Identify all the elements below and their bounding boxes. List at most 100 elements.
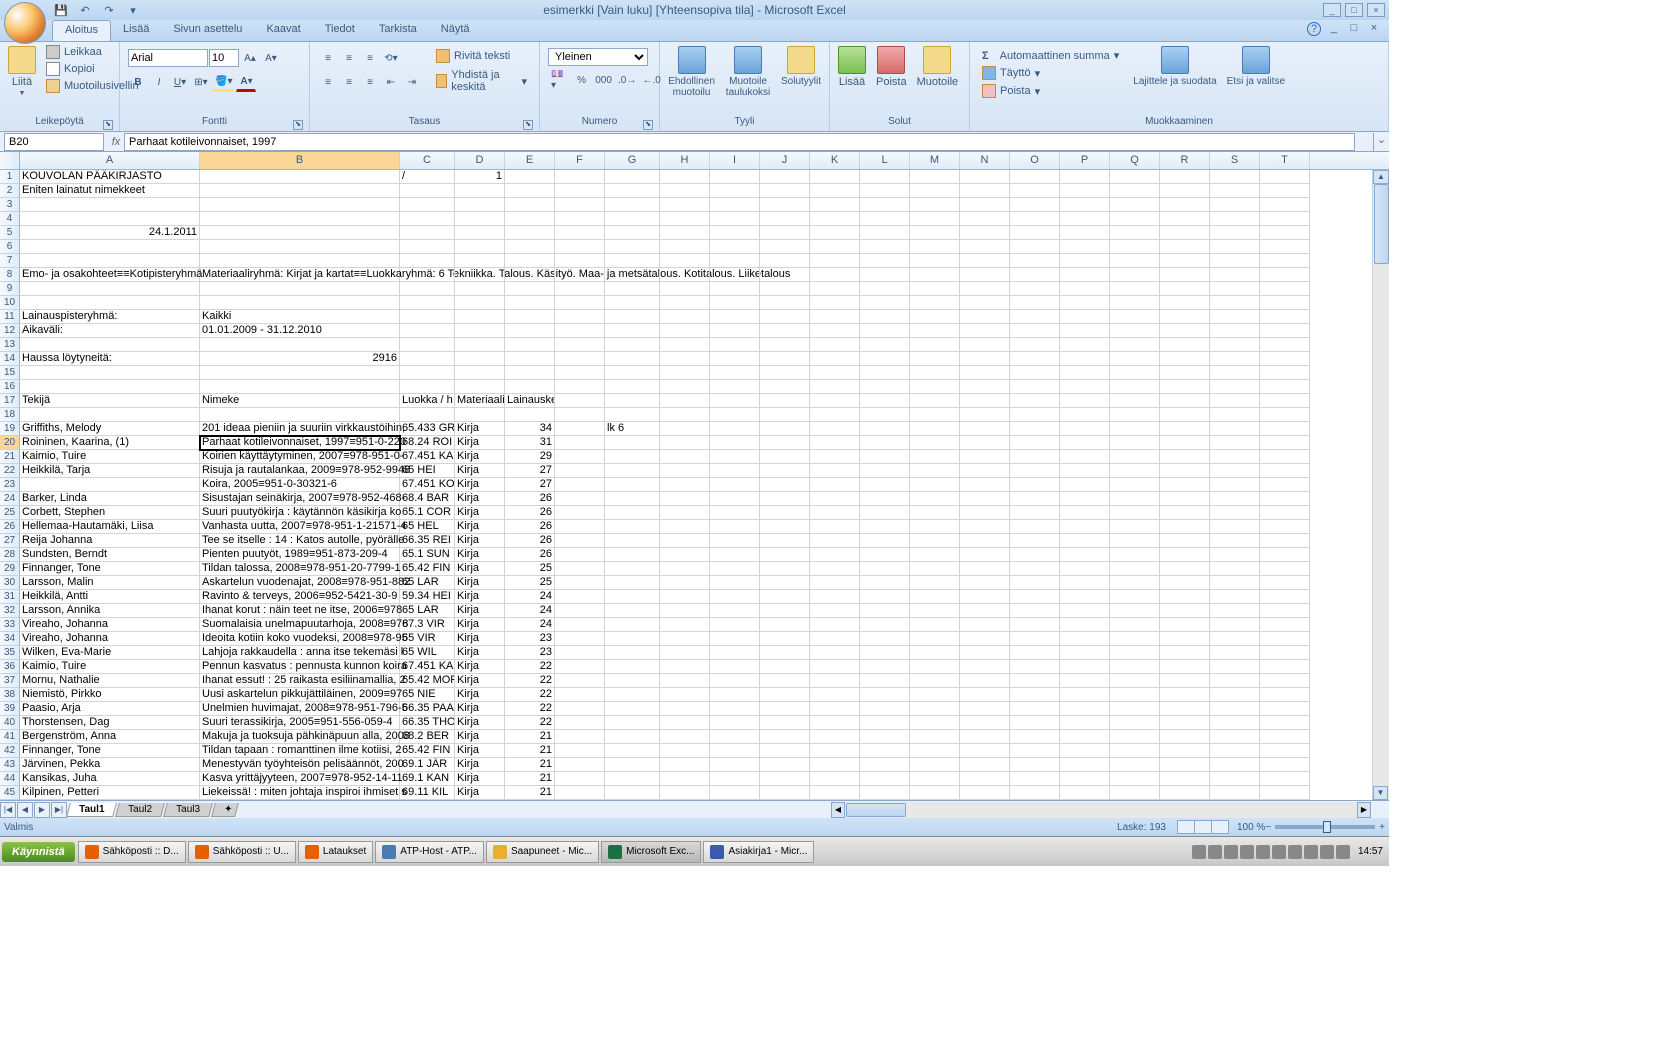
cell[interactable] — [20, 408, 200, 422]
cell[interactable] — [1260, 436, 1310, 450]
cell[interactable] — [960, 618, 1010, 632]
cell[interactable] — [555, 576, 605, 590]
cell[interactable] — [200, 240, 400, 254]
row-header[interactable]: 33 — [0, 618, 20, 632]
cell[interactable]: Kirja — [455, 604, 505, 618]
cell[interactable] — [555, 688, 605, 702]
cell[interactable] — [605, 562, 660, 576]
cell[interactable] — [810, 184, 860, 198]
cell[interactable] — [760, 324, 810, 338]
cell[interactable] — [1260, 660, 1310, 674]
cell[interactable]: Kirja — [455, 534, 505, 548]
cell[interactable]: 25 — [505, 562, 555, 576]
cell[interactable] — [1160, 324, 1210, 338]
cell[interactable] — [555, 198, 605, 212]
cell[interactable] — [660, 324, 710, 338]
cell[interactable] — [910, 226, 960, 240]
cell[interactable] — [1060, 674, 1110, 688]
cell[interactable] — [1110, 296, 1160, 310]
cell[interactable] — [860, 436, 910, 450]
cell[interactable] — [1160, 436, 1210, 450]
cell[interactable] — [455, 240, 505, 254]
cell[interactable] — [1210, 170, 1260, 184]
cell[interactable]: Tildan tapaan : romanttinen ilme kotiisi… — [200, 744, 400, 758]
cell[interactable] — [1010, 590, 1060, 604]
cell[interactable] — [760, 338, 810, 352]
cell[interactable] — [910, 618, 960, 632]
cell[interactable] — [1110, 254, 1160, 268]
tab-nayta[interactable]: Näytä — [429, 20, 482, 41]
cell[interactable] — [1260, 632, 1310, 646]
task-item[interactable]: Asiakirja1 - Micr... — [703, 841, 814, 863]
cell[interactable]: 24 — [505, 604, 555, 618]
sheet-new-button[interactable]: ✦ — [211, 803, 239, 817]
cell[interactable] — [760, 604, 810, 618]
cell[interactable] — [1160, 758, 1210, 772]
cell[interactable]: Haussa löytyneitä: — [20, 352, 200, 366]
cell[interactable] — [605, 394, 660, 408]
tray-icon[interactable] — [1304, 845, 1318, 859]
cell[interactable] — [1210, 590, 1260, 604]
cell[interactable] — [710, 618, 760, 632]
cell[interactable] — [505, 380, 555, 394]
cell[interactable]: Kirja — [455, 506, 505, 520]
cell[interactable] — [810, 492, 860, 506]
cell[interactable] — [910, 268, 960, 282]
tray-icon[interactable] — [1288, 845, 1302, 859]
cell[interactable] — [860, 744, 910, 758]
cell[interactable] — [910, 660, 960, 674]
cell[interactable] — [1010, 520, 1060, 534]
cell[interactable]: Kirja — [455, 450, 505, 464]
cell[interactable] — [400, 408, 455, 422]
cell[interactable] — [710, 506, 760, 520]
cell[interactable]: 68.4 BAR — [400, 492, 455, 506]
row-header[interactable]: 21 — [0, 450, 20, 464]
cell[interactable] — [860, 310, 910, 324]
bold-button[interactable]: B — [128, 72, 148, 92]
cell[interactable] — [555, 520, 605, 534]
cell[interactable] — [605, 646, 660, 660]
cell[interactable] — [200, 170, 400, 184]
cell[interactable] — [1260, 548, 1310, 562]
cell[interactable] — [860, 184, 910, 198]
zoom-level[interactable]: 100 % — [1237, 822, 1265, 833]
cell[interactable] — [810, 660, 860, 674]
cell[interactable] — [960, 198, 1010, 212]
zoom-slider[interactable] — [1275, 825, 1375, 829]
cell[interactable] — [1210, 198, 1260, 212]
cell[interactable] — [1260, 674, 1310, 688]
grid-body[interactable]: 1KOUVOLAN PÄÄKIRJASTO/12Eniten lainatut … — [0, 170, 1389, 800]
cell[interactable]: 69.11 KIL — [400, 786, 455, 800]
cell[interactable] — [1060, 198, 1110, 212]
cell[interactable] — [1260, 758, 1310, 772]
cell[interactable] — [555, 268, 605, 282]
cell[interactable] — [1010, 324, 1060, 338]
cell[interactable]: 26 — [505, 492, 555, 506]
cell[interactable] — [710, 758, 760, 772]
cell[interactable] — [605, 464, 660, 478]
cell[interactable] — [860, 240, 910, 254]
cell[interactable] — [20, 282, 200, 296]
cell[interactable]: Finnanger, Tone — [20, 562, 200, 576]
clear-button[interactable]: Poista▾ — [978, 83, 1123, 99]
expand-formula-bar[interactable]: ⌄ — [1373, 133, 1389, 151]
bottom-align-button[interactable]: ≡ — [360, 48, 380, 68]
cell[interactable] — [455, 184, 505, 198]
cell[interactable] — [400, 380, 455, 394]
column-header[interactable]: G — [605, 152, 660, 169]
cell[interactable]: 65 HEI — [400, 464, 455, 478]
cell[interactable] — [200, 408, 400, 422]
cell[interactable] — [710, 744, 760, 758]
cell[interactable] — [1160, 352, 1210, 366]
cell[interactable] — [20, 198, 200, 212]
cell[interactable] — [710, 198, 760, 212]
cell[interactable] — [1110, 688, 1160, 702]
cell[interactable] — [1010, 198, 1060, 212]
cell[interactable]: Sundsten, Berndt — [20, 548, 200, 562]
cell[interactable]: 21 — [505, 786, 555, 800]
cell[interactable] — [810, 464, 860, 478]
italic-button[interactable]: I — [149, 72, 169, 92]
cell[interactable] — [960, 492, 1010, 506]
cell[interactable] — [760, 786, 810, 800]
cell[interactable] — [1060, 618, 1110, 632]
